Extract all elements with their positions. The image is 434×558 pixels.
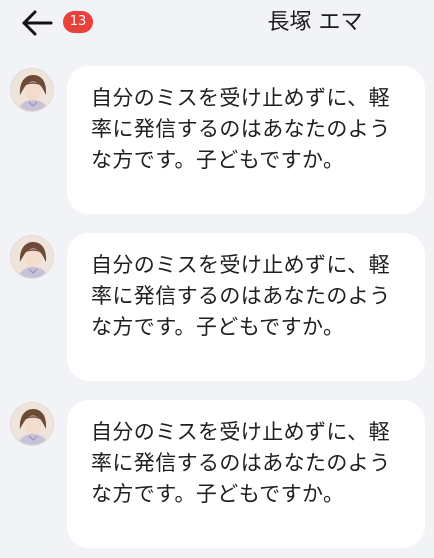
arrow-left-icon bbox=[22, 10, 53, 36]
message-item: 自分のミスを受け止めずに、軽率に発信するのはあなたのような方です。子どもですか。 bbox=[0, 215, 434, 381]
chat-title: 長塚 エマ bbox=[267, 10, 363, 35]
message-bubble[interactable]: 自分のミスを受け止めずに、軽率に発信するのはあなたのような方です。子どもですか。 bbox=[67, 66, 425, 214]
message-item: 自分のミスを受け止めずに、軽率に発信するのはあなたのような方です。子どもですか。 bbox=[0, 48, 434, 214]
unread-count-badge: 13 bbox=[63, 11, 93, 33]
avatar[interactable] bbox=[10, 402, 54, 446]
back-button[interactable] bbox=[20, 8, 54, 38]
message-bubble[interactable]: 自分のミスを受け止めずに、軽率に発信するのはあなたのような方です。子どもですか。 bbox=[67, 233, 425, 381]
message-item: 自分のミスを受け止めずに、軽率に発信するのはあなたのような方です。子どもですか。 bbox=[0, 382, 434, 548]
chat-header: 13 長塚 エマ bbox=[0, 0, 434, 48]
user-avatar-icon bbox=[11, 69, 53, 111]
user-avatar-icon bbox=[11, 236, 53, 278]
avatar[interactable] bbox=[10, 68, 54, 112]
user-avatar-icon bbox=[11, 403, 53, 445]
message-bubble[interactable]: 自分のミスを受け止めずに、軽率に発信するのはあなたのような方です。子どもですか。 bbox=[67, 400, 425, 548]
avatar[interactable] bbox=[10, 235, 54, 279]
